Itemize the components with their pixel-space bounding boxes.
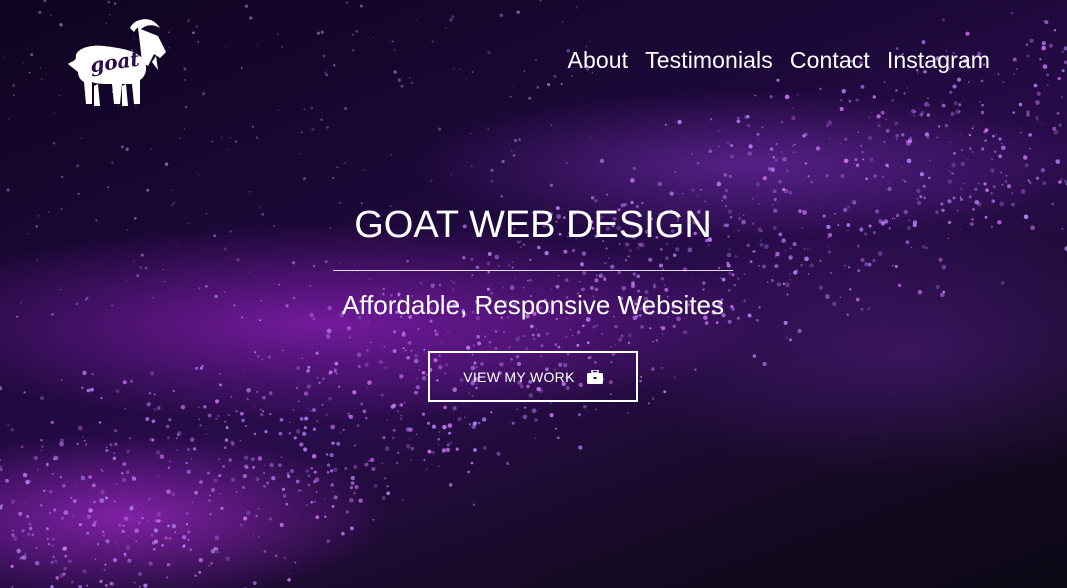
cta-label: VIEW MY WORK bbox=[463, 368, 575, 385]
main-nav: About Testimonials Contact Instagram bbox=[568, 47, 991, 74]
hero-section: goat About Testimonials Contact Instagra… bbox=[0, 0, 1067, 588]
briefcase-icon bbox=[586, 369, 603, 384]
nav-about[interactable]: About bbox=[568, 47, 629, 74]
site-logo[interactable]: goat bbox=[62, 14, 170, 110]
hero-subtitle: Affordable, Responsive Websites bbox=[341, 290, 725, 320]
view-my-work-button[interactable]: VIEW MY WORK bbox=[428, 351, 638, 402]
hero-title: GOAT WEB DESIGN bbox=[354, 204, 712, 246]
hero-content: GOAT WEB DESIGN Affordable, Responsive W… bbox=[333, 200, 733, 402]
nav-instagram[interactable]: Instagram bbox=[887, 47, 990, 74]
nav-testimonials[interactable]: Testimonials bbox=[645, 47, 773, 74]
nav-contact[interactable]: Contact bbox=[790, 47, 870, 74]
hero-divider bbox=[333, 270, 733, 271]
